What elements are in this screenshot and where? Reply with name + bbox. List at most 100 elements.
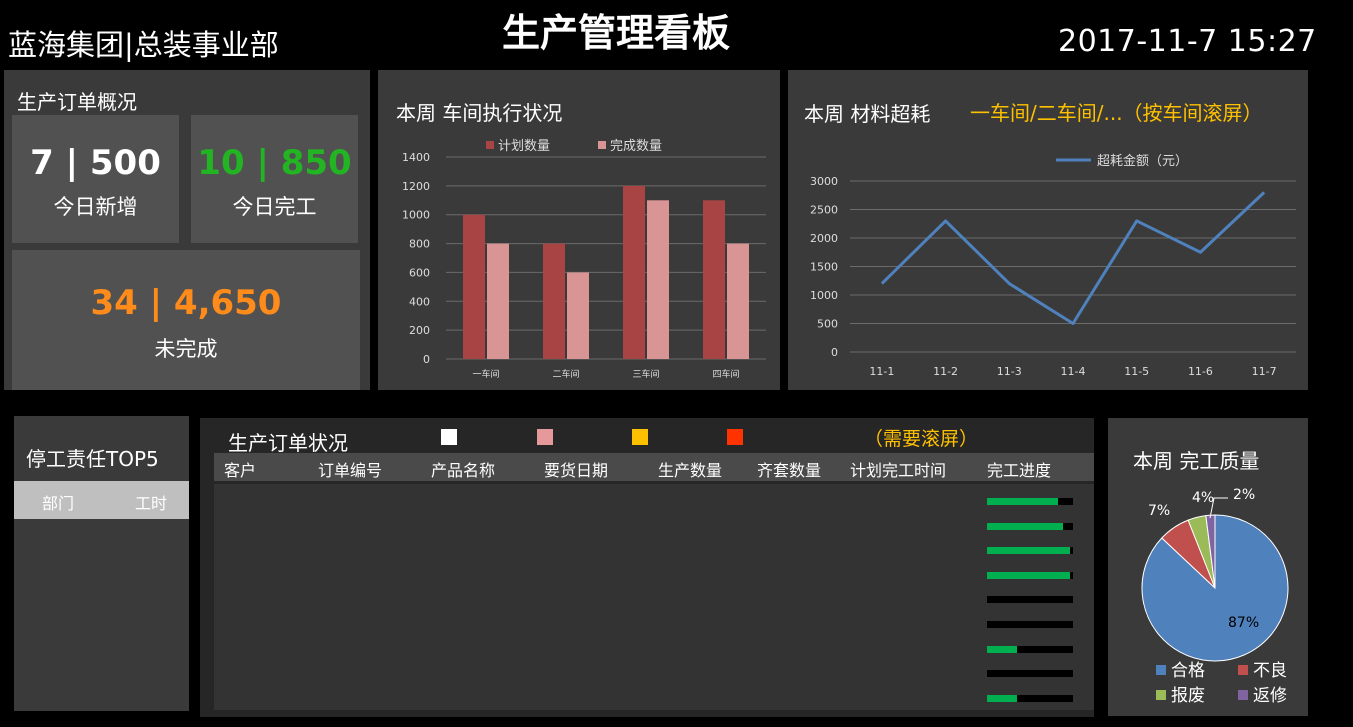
progress-bar <box>987 670 1073 678</box>
y-tick-label: 200 <box>409 324 430 337</box>
orders-title: 生产订单状况 <box>228 431 348 455</box>
table-row[interactable] <box>214 511 1094 535</box>
legend-label: 合格 <box>1171 661 1205 681</box>
y-tick-label: 400 <box>409 295 430 308</box>
y-tick-label: 0 <box>831 346 838 359</box>
bar-completed <box>487 243 509 359</box>
y-tick-label: 1200 <box>402 180 430 193</box>
x-tick-label: 一车间 <box>472 368 499 380</box>
table-row[interactable] <box>214 584 1094 608</box>
column-header: 订单编号 <box>318 461 383 480</box>
legend-swatch <box>486 141 494 149</box>
today-new-value: 7 | 500 <box>30 143 161 183</box>
progress-bar <box>987 522 1073 530</box>
table-row[interactable] <box>214 609 1094 633</box>
bar-completed <box>567 272 589 359</box>
column-header: 客户 <box>224 461 257 480</box>
legend-swatch <box>1156 690 1166 700</box>
y-tick-label: 1000 <box>810 289 838 302</box>
legend-label: 不良 <box>1253 661 1287 681</box>
progress-fill <box>987 645 1017 653</box>
progress-bar <box>987 645 1073 653</box>
y-tick-label: 500 <box>817 318 838 331</box>
table-row[interactable] <box>214 683 1094 707</box>
progress-bar <box>987 498 1073 505</box>
bar-completed <box>727 243 749 359</box>
x-tick-label: 11-7 <box>1252 365 1277 378</box>
legend-swatch <box>441 429 457 445</box>
x-tick-label: 11-1 <box>869 365 894 378</box>
y-tick-label: 800 <box>409 238 430 251</box>
today-done-label: 今日完工 <box>232 195 317 219</box>
today-new-card: 7 | 500 今日新增 <box>12 115 179 243</box>
stoppage-col-hours: 工时 <box>135 494 168 513</box>
column-header: 计划完工时间 <box>850 461 947 480</box>
progress-bar <box>987 596 1073 604</box>
table-row[interactable] <box>214 634 1094 658</box>
column-header: 齐套数量 <box>757 461 822 480</box>
orders-table-header: 客户 订单编号 产品名称 要货日期 生产数量 齐套数量 计划完工时间 完工进度 <box>214 453 1094 481</box>
y-tick-label: 1400 <box>402 151 430 164</box>
column-header: 产品名称 <box>431 461 496 480</box>
legend-label: 返修 <box>1253 686 1287 706</box>
company-name: 蓝海集团|总装事业部 <box>8 28 279 62</box>
quality-pie-chart: 87% 7% 4% 2% 合格 不良报废 返修 <box>1141 487 1289 706</box>
table-row[interactable] <box>214 658 1094 682</box>
legend-label: 超耗金额（元） <box>1097 153 1188 169</box>
column-header: 要货日期 <box>544 461 609 480</box>
bar-planned <box>623 185 645 359</box>
progress-bar <box>987 571 1073 579</box>
legend-swatch <box>1238 690 1248 700</box>
page-title: 生产管理看板 <box>502 11 731 55</box>
progress-fill <box>987 498 1058 505</box>
x-tick-label: 11-3 <box>997 365 1022 378</box>
legend-label: 计划数量 <box>498 139 550 154</box>
pie-data-label: 2% <box>1233 487 1255 503</box>
column-header: 完工进度 <box>987 461 1052 480</box>
table-row[interactable] <box>214 486 1094 510</box>
y-tick-label: 2500 <box>810 204 838 217</box>
legend-swatch <box>598 141 606 149</box>
stoppage-header-row: 部门 工时 <box>14 481 189 519</box>
y-tick-label: 1500 <box>810 261 838 274</box>
column-header: 生产数量 <box>658 461 723 480</box>
material-line-chart: 0 500 1000 1500 2000 2500 3000 11-1 11-2 11-3 11-4… <box>810 153 1296 378</box>
x-tick-label: 二车间 <box>552 368 579 380</box>
x-tick-label: 11-6 <box>1188 365 1213 378</box>
bar-completed <box>647 200 669 359</box>
pie-data-label: 4% <box>1192 490 1214 506</box>
bar-planned <box>703 200 725 359</box>
orders-scroll-note: （需要滚屏） <box>864 428 979 450</box>
bar-planned <box>543 243 565 359</box>
pie-data-label: 87% <box>1228 615 1259 631</box>
y-tick-label: 1000 <box>402 209 430 222</box>
y-tick-label: 2000 <box>810 232 838 245</box>
material-chart-panel: 本周 材料超耗 一车间/二车间/...（按车间滚屏） 0 500 1000 1500 2… <box>788 70 1308 390</box>
unfinished-value: 34 | 4,650 <box>90 283 282 323</box>
progress-bar <box>987 621 1073 628</box>
y-tick-label: 600 <box>409 266 430 279</box>
y-tick-label: 3000 <box>810 175 838 188</box>
stoppage-title: 停工责任TOP5 <box>26 447 159 471</box>
legend-swatch <box>727 429 743 445</box>
unfinished-label: 未完成 <box>154 337 218 361</box>
pie-data-label: 7% <box>1148 503 1170 519</box>
x-tick-label: 11-2 <box>933 365 958 378</box>
x-tick-label: 11-4 <box>1061 365 1086 378</box>
table-row[interactable] <box>214 535 1094 559</box>
progress-fill <box>987 571 1070 579</box>
today-done-card: 10 | 850 今日完工 <box>191 115 358 243</box>
progress-bar <box>987 547 1073 555</box>
workshop-bar-chart: 0 200 400 600 800 1000 1200 1400 一车间 二车间 三车间 四车间 计划数… <box>402 139 766 380</box>
datetime: 2017-11-7 15:27 <box>1058 24 1317 59</box>
stoppage-col-dept: 部门 <box>42 494 75 513</box>
series-line <box>880 191 1266 325</box>
legend-label: 完成数量 <box>610 139 662 154</box>
order-overview-panel: 生产订单概况 7 | 500 今日新增 10 | 850 今日完工 34 | 4… <box>4 70 370 390</box>
x-tick-label: 三车间 <box>632 368 659 380</box>
progress-fill <box>987 547 1070 555</box>
table-row[interactable] <box>214 560 1094 584</box>
quality-panel: 本周 完工质量 87% 7% 4% 2% 合格 不良 报废 返修 <box>1108 418 1308 716</box>
y-tick-label: 0 <box>423 353 430 366</box>
progress-bar <box>987 694 1073 702</box>
